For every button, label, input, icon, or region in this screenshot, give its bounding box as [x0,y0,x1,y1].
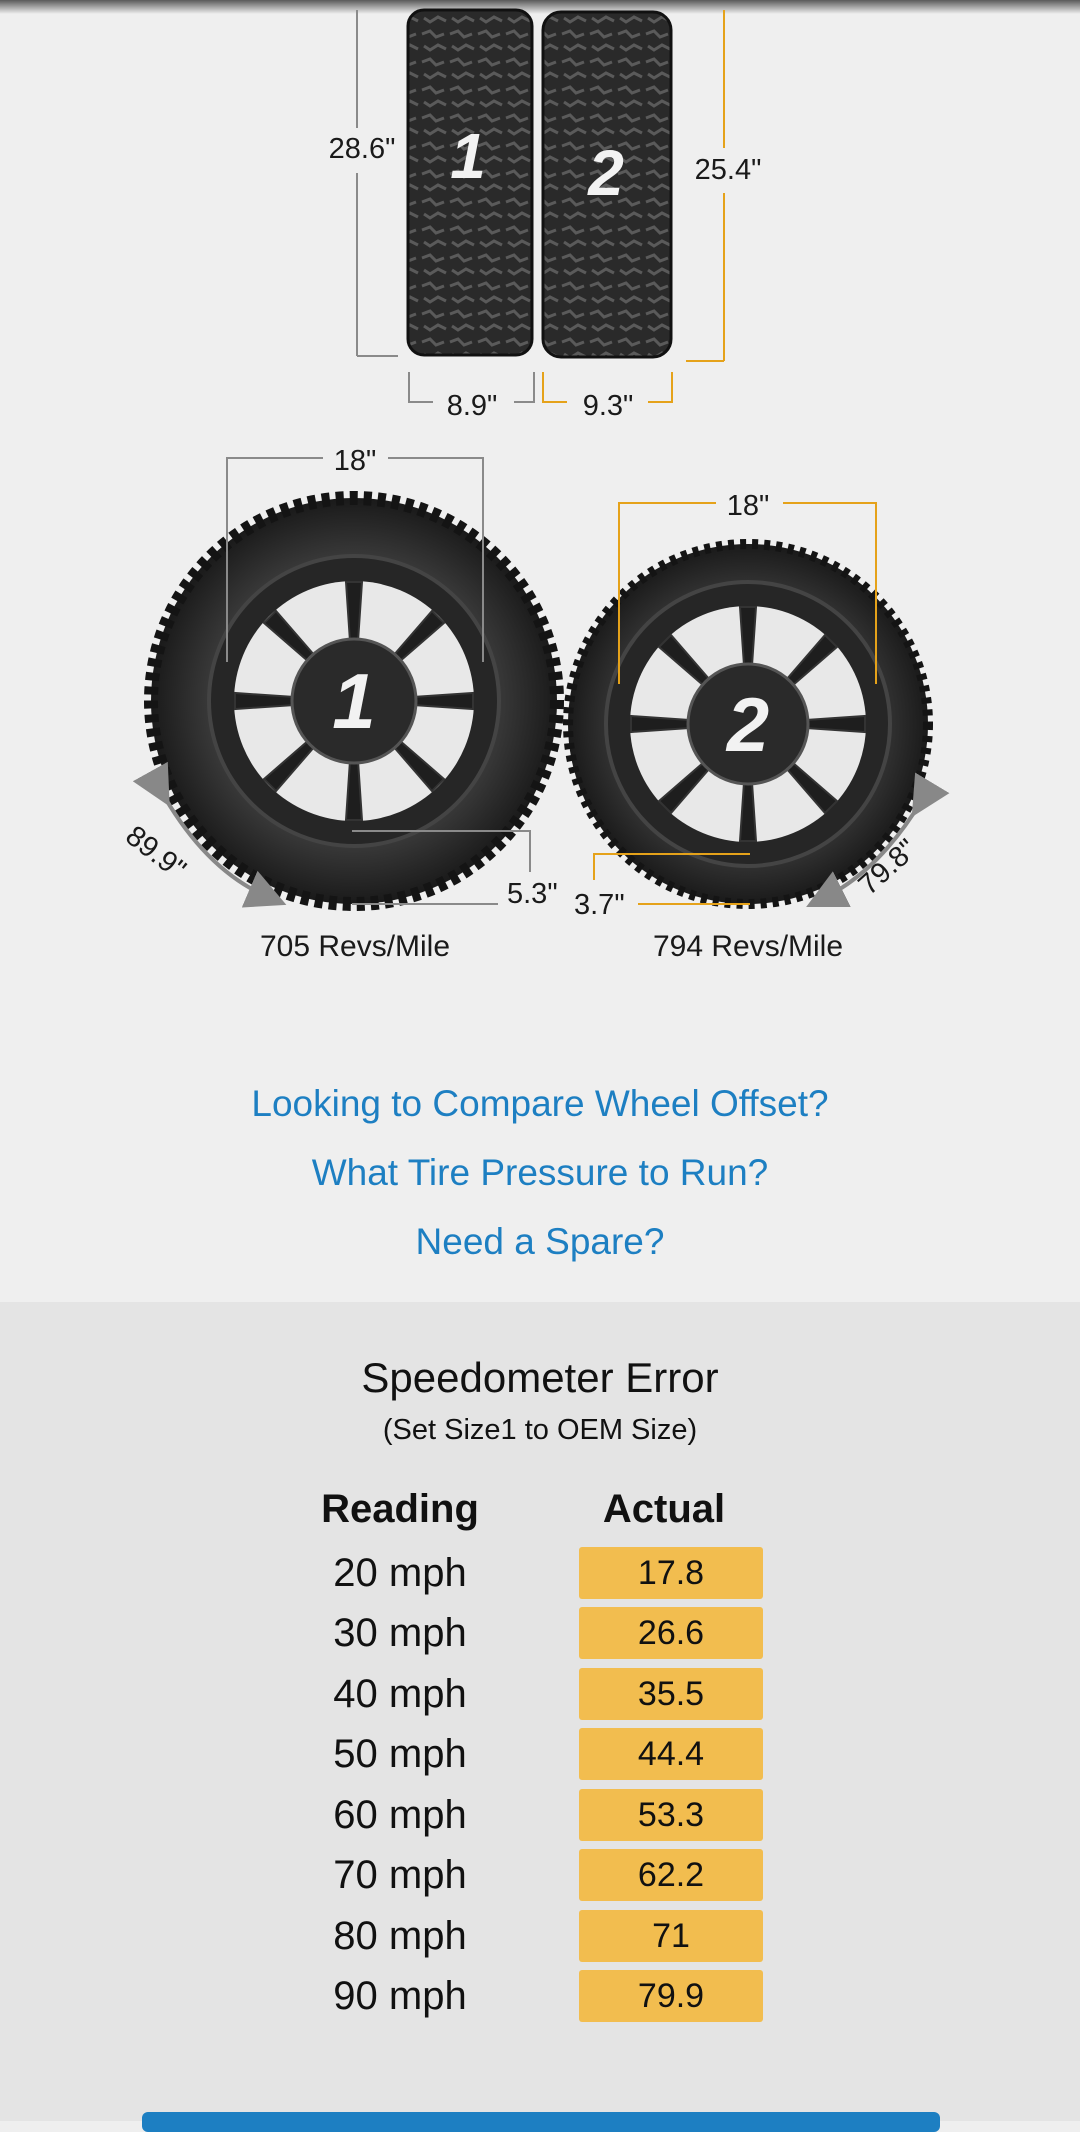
speedometer-title: Speedometer Error [361,1354,719,1401]
actual-cell: 26.6 [579,1607,763,1659]
table-row: 30 mph 26.6 [0,1607,1080,1667]
actual-cell: 17.8 [579,1547,763,1599]
table-row: 80 mph 71 [0,1910,1080,1970]
actual-cell: 35.5 [579,1668,763,1720]
tire1-number: 1 [450,120,486,192]
wheel2-revs-label: 794 Revs/Mile [653,930,843,963]
table-row: 70 mph 62.2 [0,1849,1080,1909]
wheel1-front-view: 1 [144,491,564,911]
reading-cell: 50 mph [333,1732,467,1776]
tire2-side-profile: 2 [541,10,673,359]
reading-cell: 80 mph [333,1914,467,1958]
need-spare-link[interactable]: Need a Spare? [0,1213,1080,1282]
compare-offset-link[interactable]: Looking to Compare Wheel Offset? [0,1075,1080,1144]
reading-cell: 90 mph [333,1974,467,2018]
reading-cell: 60 mph [333,1793,467,1837]
help-links: Looking to Compare Wheel Offset? What Ti… [0,1075,1080,1282]
speedometer-subtitle: (Set Size1 to OEM Size) [382,1414,698,1446]
table-row: 20 mph 17.8 [0,1547,1080,1607]
tire1-height-guide [356,10,398,357]
wheel1-sidewall-label: 5.3" [507,878,558,910]
tire2-height-label: 25.4" [695,154,762,186]
tire2-width-label: 9.3" [583,390,634,422]
reading-cell: 30 mph [333,1611,467,1655]
actual-cell: 44.4 [579,1728,763,1780]
tire-comparison-diagram: 1 2 28.6" 25.4" 8.9" 9.3" 1 18" 5.3" 89.… [119,8,950,963]
tire-pressure-link[interactable]: What Tire Pressure to Run? [0,1144,1080,1213]
wheel1-revs-label: 705 Revs/Mile [260,930,450,963]
wheel1-circumference-label: 89.9" [119,820,191,886]
wheel2-sidewall-label: 3.7" [574,889,625,921]
tire1-width-label: 8.9" [447,390,498,422]
bottom-action-button[interactable] [142,2112,940,2132]
wheel2-front-view: 2 [563,539,933,909]
tire1-height-label: 28.6" [329,133,396,165]
table-row: 90 mph 79.9 [0,1970,1080,2030]
tire1-side-profile: 1 [406,8,534,357]
actual-cell: 62.2 [579,1849,763,1901]
table-row: 40 mph 35.5 [0,1668,1080,1728]
reading-cell: 20 mph [333,1551,467,1595]
svg-text:1: 1 [332,657,375,745]
wheel1-rim-label: 18" [334,445,377,477]
wheel2-rim-label: 18" [727,490,770,522]
table-row: 60 mph 53.3 [0,1789,1080,1849]
actual-cell: 71 [579,1910,763,1962]
actual-cell: 53.3 [579,1789,763,1841]
reading-cell: 40 mph [333,1672,467,1716]
svg-text:2: 2 [725,683,769,768]
speedometer-error-section: Speedometer Error (Set Size1 to OEM Size… [0,1302,1080,2121]
table-row: 50 mph 44.4 [0,1728,1080,1788]
actual-cell: 79.9 [579,1970,763,2022]
tire2-number: 2 [587,137,624,209]
reading-header: Reading [321,1487,479,1531]
reading-cell: 70 mph [333,1853,467,1897]
actual-header: Actual [602,1487,726,1531]
